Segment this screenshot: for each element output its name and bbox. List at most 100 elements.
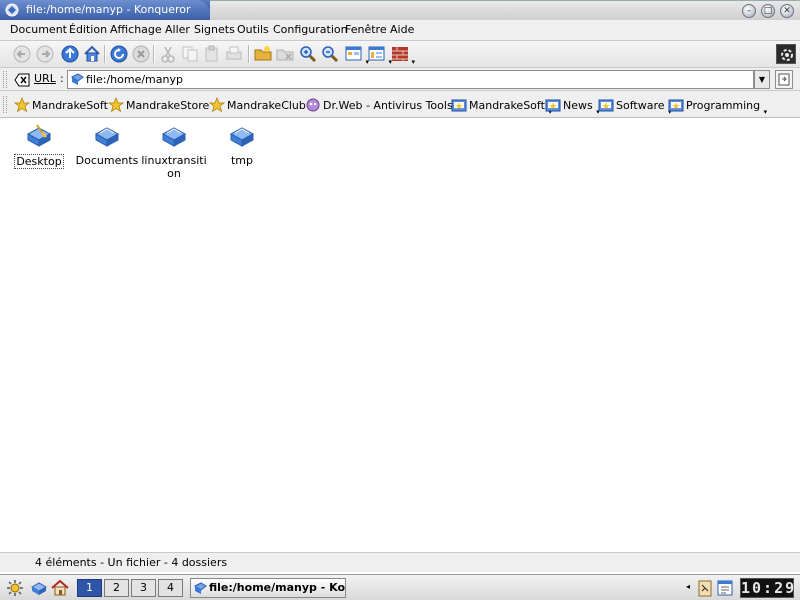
stop-icon[interactable] [131,44,151,64]
toolbar-handle[interactable] [3,71,7,88]
view-mode-2-icon[interactable]: ▾ [367,44,392,66]
konqueror-app-icon[interactable] [5,3,19,17]
title-tab: file:/home/manyp - Konqueror [0,0,210,20]
location-bar: URL : file:/home/manyp ▼ [0,68,800,91]
bookmark-label: MandrakeSoft [32,98,108,112]
bookmark-label: Programming [686,98,761,112]
minimize-button[interactable]: – [742,4,756,18]
firewall-dropdown-arrow[interactable]: ▾ [411,58,415,66]
bookmark-folder-icon [598,99,614,112]
bookmark-folder-programming[interactable]: Programming ▾ [668,96,767,116]
new-folder-icon[interactable] [253,44,273,64]
bookmark-mandrakeclub[interactable]: MandrakeClub [209,96,306,114]
clear-location-icon[interactable] [14,73,30,87]
file-item-tmp[interactable]: tmp [207,122,277,167]
bookmark-folder-icon [668,99,684,112]
close-button[interactable]: ✕ [780,4,794,18]
folder-icon [94,127,120,147]
desktop-4-button[interactable]: 4 [158,579,183,597]
file-label: tmp [230,154,253,167]
task-label: file:/home/manyp - Konqueror [209,581,346,594]
menu-configuration[interactable]: Configuration [273,23,348,36]
print-icon[interactable] [224,44,244,64]
file-item-documents[interactable]: Documents [72,122,142,167]
konqueror-launcher-icon[interactable] [30,579,48,597]
bookmark-label: Software [616,98,665,112]
bookmark-toolbar: MandrakeSoft MandrakeStore MandrakeClub … [0,91,800,118]
file-view[interactable]: Desktop Documents linuxtransiti on tmp [0,118,800,552]
zoom-in-icon[interactable] [298,44,318,64]
go-icon [778,73,790,86]
menu-document[interactable]: Document [10,23,67,36]
url-go-button[interactable] [775,70,793,89]
view-mode-icon[interactable]: ▾ [344,44,369,66]
status-text: 4 éléments - Un fichier - 4 dossiers [35,556,228,569]
paste-icon[interactable] [202,44,222,64]
url-input[interactable]: file:/home/manyp [67,70,754,89]
bookmark-mandrakesoft[interactable]: MandrakeSoft [14,96,108,114]
cut-icon[interactable] [158,44,178,64]
menu-affichage[interactable]: Affichage [110,23,162,36]
bookmark-label: MandrakeStore [126,98,210,112]
firewall-icon[interactable]: ▾ [390,44,415,66]
bookmark-label: MandrakeClub [227,98,306,112]
up-icon[interactable] [60,44,80,64]
desktop-1-button[interactable]: 1 [77,579,102,597]
folder-icon [161,127,187,147]
main-toolbar: ▾ ▾ ▾ [0,41,800,68]
menu-edition[interactable]: Édition [69,23,107,36]
file-label: Desktop [14,154,64,169]
folder-icon [229,127,255,147]
toolbar-handle[interactable] [3,96,7,113]
menu-signets[interactable]: Signets [194,23,235,36]
bookmark-folder-icon [545,99,561,112]
tray-scroll-arrow[interactable]: ◂ [686,579,694,597]
file-item-desktop[interactable]: Desktop [4,122,74,169]
konqueror-task-icon [194,582,207,594]
delete-icon[interactable] [275,44,295,64]
desktop-folder-icon [26,124,52,147]
bookmark-label: MandrakeSoft [469,98,545,112]
forward-icon[interactable] [35,44,55,64]
kmenu-star-icon[interactable] [6,579,24,597]
desktop-3-button[interactable]: 3 [131,579,156,597]
copy-icon[interactable] [180,44,200,64]
status-bar: 4 éléments - Un fichier - 4 dossiers [0,552,800,572]
back-icon[interactable] [12,44,32,64]
clock-display[interactable]: 10:29 [740,578,794,598]
klipper-icon[interactable] [696,579,714,597]
taskbar: 1 2 3 4 file:/home/manyp - Konqueror ◂ 1… [0,574,800,600]
star-icon [108,97,124,113]
home-launcher-icon[interactable] [51,579,69,597]
url-dropdown-button[interactable]: ▼ [754,70,770,89]
menu-outils[interactable]: Outils [237,23,269,36]
title-bar-right: – □ ✕ [210,0,800,20]
file-item-linuxtransition[interactable]: linuxtransiti on [139,122,209,180]
bookmark-folder-mandrakesoft[interactable]: MandrakeSoft ▾ [451,96,552,116]
menu-aide[interactable]: Aide [390,23,414,36]
home-icon[interactable] [82,44,102,64]
bookmark-label: Dr.Web - Antivirus Tools [323,98,453,112]
file-label: linuxtransiti [141,154,207,167]
toolbar-separator [153,45,155,63]
activity-throbber-icon [776,44,796,64]
bookmark-mandrakestore[interactable]: MandrakeStore [108,96,209,114]
notes-applet-icon[interactable] [716,579,734,597]
bookmark-folder-software[interactable]: Software ▾ [598,96,672,116]
menu-aller[interactable]: Aller [165,23,190,36]
file-label: Documents [75,154,139,167]
reload-icon[interactable] [109,44,129,64]
bookmark-drweb[interactable]: Dr.Web - Antivirus Tools [305,96,453,114]
desktop-2-button[interactable]: 2 [104,579,129,597]
taskbar-task-konqueror[interactable]: file:/home/manyp - Konqueror [190,578,346,598]
maximize-button[interactable]: □ [761,4,775,18]
bookmark-label: News [563,98,593,112]
window-title: file:/home/manyp - Konqueror [26,3,191,16]
url-value: file:/home/manyp [86,73,183,86]
bookmark-folder-news[interactable]: News ▾ [545,96,600,116]
toolbar-separator [248,45,250,63]
zoom-out-icon[interactable] [320,44,340,64]
menu-fenetre[interactable]: Fenêtre [345,23,387,36]
url-label: URL [34,72,56,85]
toolbar-separator [104,45,106,63]
